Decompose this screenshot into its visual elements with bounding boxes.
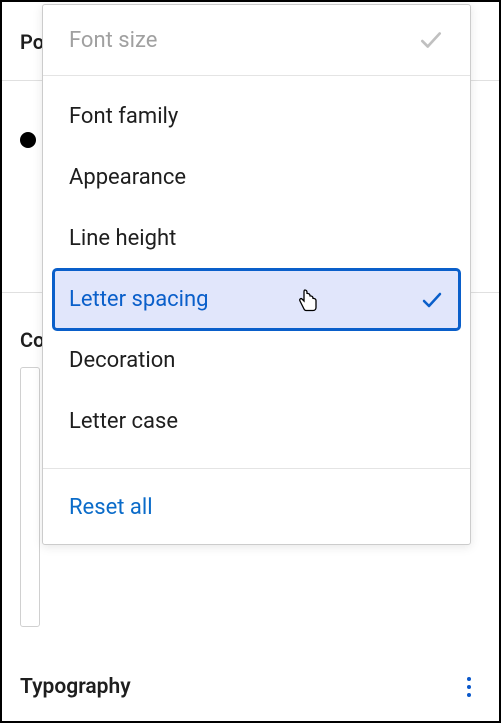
option-appearance[interactable]: Appearance	[53, 147, 460, 208]
options-list: Font family Appearance Line height Lette…	[43, 76, 470, 462]
option-letter-case[interactable]: Letter case	[53, 391, 460, 452]
color-swatch	[20, 132, 36, 148]
bg-section-label-partial-mid: Co	[20, 328, 44, 352]
dots-vertical-icon	[467, 677, 471, 681]
popover-header: Font size	[43, 5, 470, 76]
bg-input-partial	[20, 367, 40, 627]
option-label: Letter spacing	[69, 287, 209, 312]
option-font-family[interactable]: Font family	[53, 86, 460, 147]
typography-options-popover: Font size Font family Appearance Line he…	[42, 4, 471, 545]
check-icon	[418, 27, 444, 53]
option-label: Decoration	[69, 348, 175, 373]
option-label: Line height	[69, 226, 176, 251]
more-options-button[interactable]	[457, 669, 481, 705]
option-label: Appearance	[69, 165, 186, 190]
check-icon	[420, 288, 444, 312]
cursor-pointer-icon	[298, 289, 320, 313]
bg-section-label-partial-top: Po	[20, 30, 44, 54]
typography-section-header: Typography	[2, 653, 499, 721]
option-label: Font family	[69, 104, 178, 129]
option-label: Letter case	[69, 409, 178, 434]
option-line-height[interactable]: Line height	[53, 208, 460, 269]
reset-all-label: Reset all	[69, 495, 153, 520]
option-decoration[interactable]: Decoration	[53, 330, 460, 391]
reset-all-button[interactable]: Reset all	[43, 475, 470, 544]
option-letter-spacing[interactable]: Letter spacing	[53, 269, 460, 330]
font-size-option-disabled: Font size	[69, 28, 157, 53]
typography-title: Typography	[20, 675, 131, 699]
divider	[43, 468, 470, 469]
